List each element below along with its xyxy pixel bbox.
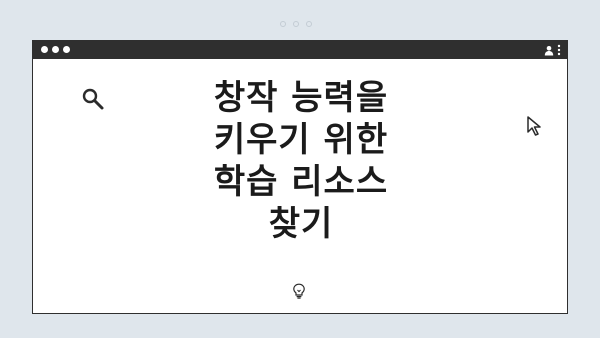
- maximize-button[interactable]: [63, 46, 70, 53]
- lightbulb-icon: [292, 283, 306, 303]
- title-bar: [33, 41, 567, 59]
- more-options-icon[interactable]: [557, 44, 561, 56]
- cursor-icon: [526, 115, 546, 141]
- minimize-button[interactable]: [52, 46, 59, 53]
- background-dot: [280, 21, 286, 27]
- page-content: 창작 능력을 키우기 위한 학습 리소스 찾기: [33, 59, 567, 313]
- search-icon: [81, 87, 105, 115]
- user-icon[interactable]: [544, 45, 554, 56]
- background-dot: [293, 21, 299, 27]
- window-controls: [41, 46, 70, 53]
- titlebar-actions: [544, 44, 561, 56]
- page-title: 창작 능력을 키우기 위한 학습 리소스 찾기: [213, 78, 389, 244]
- background-dots: [280, 21, 312, 27]
- background-dot: [306, 21, 312, 27]
- close-button[interactable]: [41, 46, 48, 53]
- browser-window: 창작 능력을 키우기 위한 학습 리소스 찾기: [32, 40, 568, 314]
